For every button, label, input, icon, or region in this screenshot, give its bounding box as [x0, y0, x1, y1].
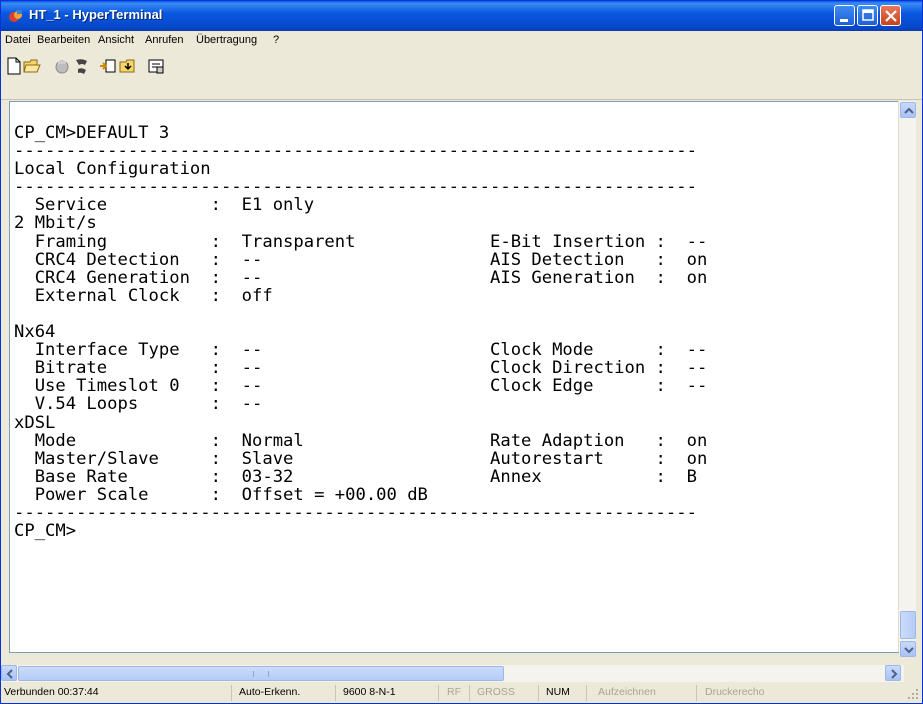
status-separator	[586, 685, 587, 701]
menu-datei[interactable]: Datei	[5, 34, 31, 46]
status-connection: Verbunden 00:37:44	[4, 686, 99, 698]
terminal-line: 2 Mbit/s	[14, 213, 97, 234]
status-num: NUM	[546, 686, 570, 698]
terminal-line: Local Configuration	[14, 159, 211, 180]
close-icon	[885, 10, 897, 22]
terminal-line: ----------------------------------------…	[14, 177, 697, 198]
terminal-line: Mode : Normal Rate Adaption : on	[14, 430, 708, 451]
maximize-button[interactable]	[857, 5, 878, 26]
menu-bar: Datei Bearbeiten Ansicht Anrufen Übertra…	[1, 31, 922, 51]
terminal-line: Base Rate : 03-32 Annex : B	[14, 466, 697, 487]
scroll-down-button[interactable]	[900, 641, 916, 657]
scroll-up-button[interactable]	[900, 102, 916, 118]
terminal-line: External Clock : off	[14, 285, 273, 306]
close-button[interactable]	[880, 5, 901, 26]
terminal-line: CRC4 Detection : -- AIS Detection : on	[14, 249, 708, 270]
status-detect: Auto-Erkenn.	[239, 686, 301, 698]
vertical-scrollbar[interactable]	[898, 101, 916, 657]
terminal-line: ----------------------------------------…	[14, 502, 697, 523]
status-separator	[231, 685, 232, 701]
status-separator	[696, 685, 697, 701]
status-separator	[469, 685, 470, 701]
send-icon[interactable]	[99, 57, 117, 75]
scroll-left-button[interactable]	[1, 665, 17, 681]
scroll-grip	[253, 671, 269, 677]
connect-icon[interactable]	[73, 57, 91, 75]
terminal-area[interactable]: CP_CM>DEFAULT 3 -------------------------…	[9, 101, 899, 653]
scroll-right-button[interactable]	[885, 665, 901, 681]
minimize-icon	[840, 19, 848, 22]
toolbar	[1, 51, 922, 100]
menu-bearbeiten[interactable]: Bearbeiten	[37, 34, 90, 46]
new-icon[interactable]	[5, 57, 23, 75]
vertical-scroll-thumb[interactable]	[900, 611, 916, 639]
terminal-line: CP_CM>DEFAULT 3	[14, 124, 170, 143]
hyperterminal-window: HT_1 - HyperTerminal Datei Bearbeiten An…	[0, 0, 923, 704]
terminal-line: Service : E1 only	[14, 195, 315, 216]
terminal-output[interactable]: CP_CM>DEFAULT 3 -------------------------…	[14, 124, 894, 644]
terminal-line: V.54 Loops : --	[14, 394, 263, 415]
chevron-down-icon	[904, 647, 914, 654]
menu-uebertragung[interactable]: Übertragung	[196, 34, 257, 46]
terminal-line: Bitrate : -- Clock Direction : --	[14, 358, 708, 379]
open-icon[interactable]	[23, 57, 41, 75]
terminal-line: Framing : Transparent E-Bit Insertion : …	[14, 231, 708, 252]
terminal-line: ----------------------------------------…	[14, 141, 697, 162]
disconnect-icon[interactable]	[53, 57, 71, 75]
title-bar[interactable]: HT_1 - HyperTerminal	[1, 1, 922, 31]
terminal-line: Power Scale : Offset = +00.00 dB	[14, 484, 428, 505]
status-record: Aufzeichnen	[598, 686, 656, 698]
maximize-icon	[862, 9, 874, 21]
status-params: 9600 8-N-1	[343, 686, 396, 698]
window-title: HT_1 - HyperTerminal	[29, 7, 163, 22]
hyperterminal-app-icon	[9, 10, 22, 22]
terminal-line: CRC4 Generation : -- AIS Generation : on	[14, 267, 708, 288]
terminal-line: Use Timeslot 0 : -- Clock Edge : --	[14, 376, 708, 397]
chevron-right-icon	[891, 669, 898, 679]
status-bar: Verbunden 00:37:44 Auto-Erkenn. 9600 8-N…	[1, 683, 922, 703]
properties-icon[interactable]	[147, 57, 165, 75]
menu-help[interactable]: ?	[273, 34, 279, 46]
horizontal-scroll-thumb[interactable]	[18, 666, 504, 681]
chevron-left-icon	[6, 669, 13, 679]
horizontal-scrollbar[interactable]	[1, 665, 904, 682]
status-separator	[438, 685, 439, 701]
menu-ansicht[interactable]: Ansicht	[98, 34, 134, 46]
status-separator	[538, 685, 539, 701]
status-print-echo: Druckerecho	[705, 686, 765, 698]
resize-grip-icon[interactable]	[907, 688, 919, 700]
status-separator	[335, 685, 336, 701]
terminal-line: Interface Type : -- Clock Mode : --	[14, 340, 708, 361]
terminal-line: Master/Slave : Slave Autorestart : on	[14, 448, 708, 469]
receive-icon[interactable]	[119, 57, 137, 75]
chevron-up-icon	[904, 107, 914, 114]
terminal-line: xDSL	[14, 412, 56, 433]
menu-anrufen[interactable]: Anrufen	[145, 34, 184, 46]
terminal-line: CP_CM>	[14, 521, 77, 542]
status-caps: GROSS	[477, 686, 515, 698]
minimize-button[interactable]	[834, 5, 855, 26]
terminal-line: Nx64	[14, 322, 56, 343]
status-rf: RF	[447, 686, 461, 698]
